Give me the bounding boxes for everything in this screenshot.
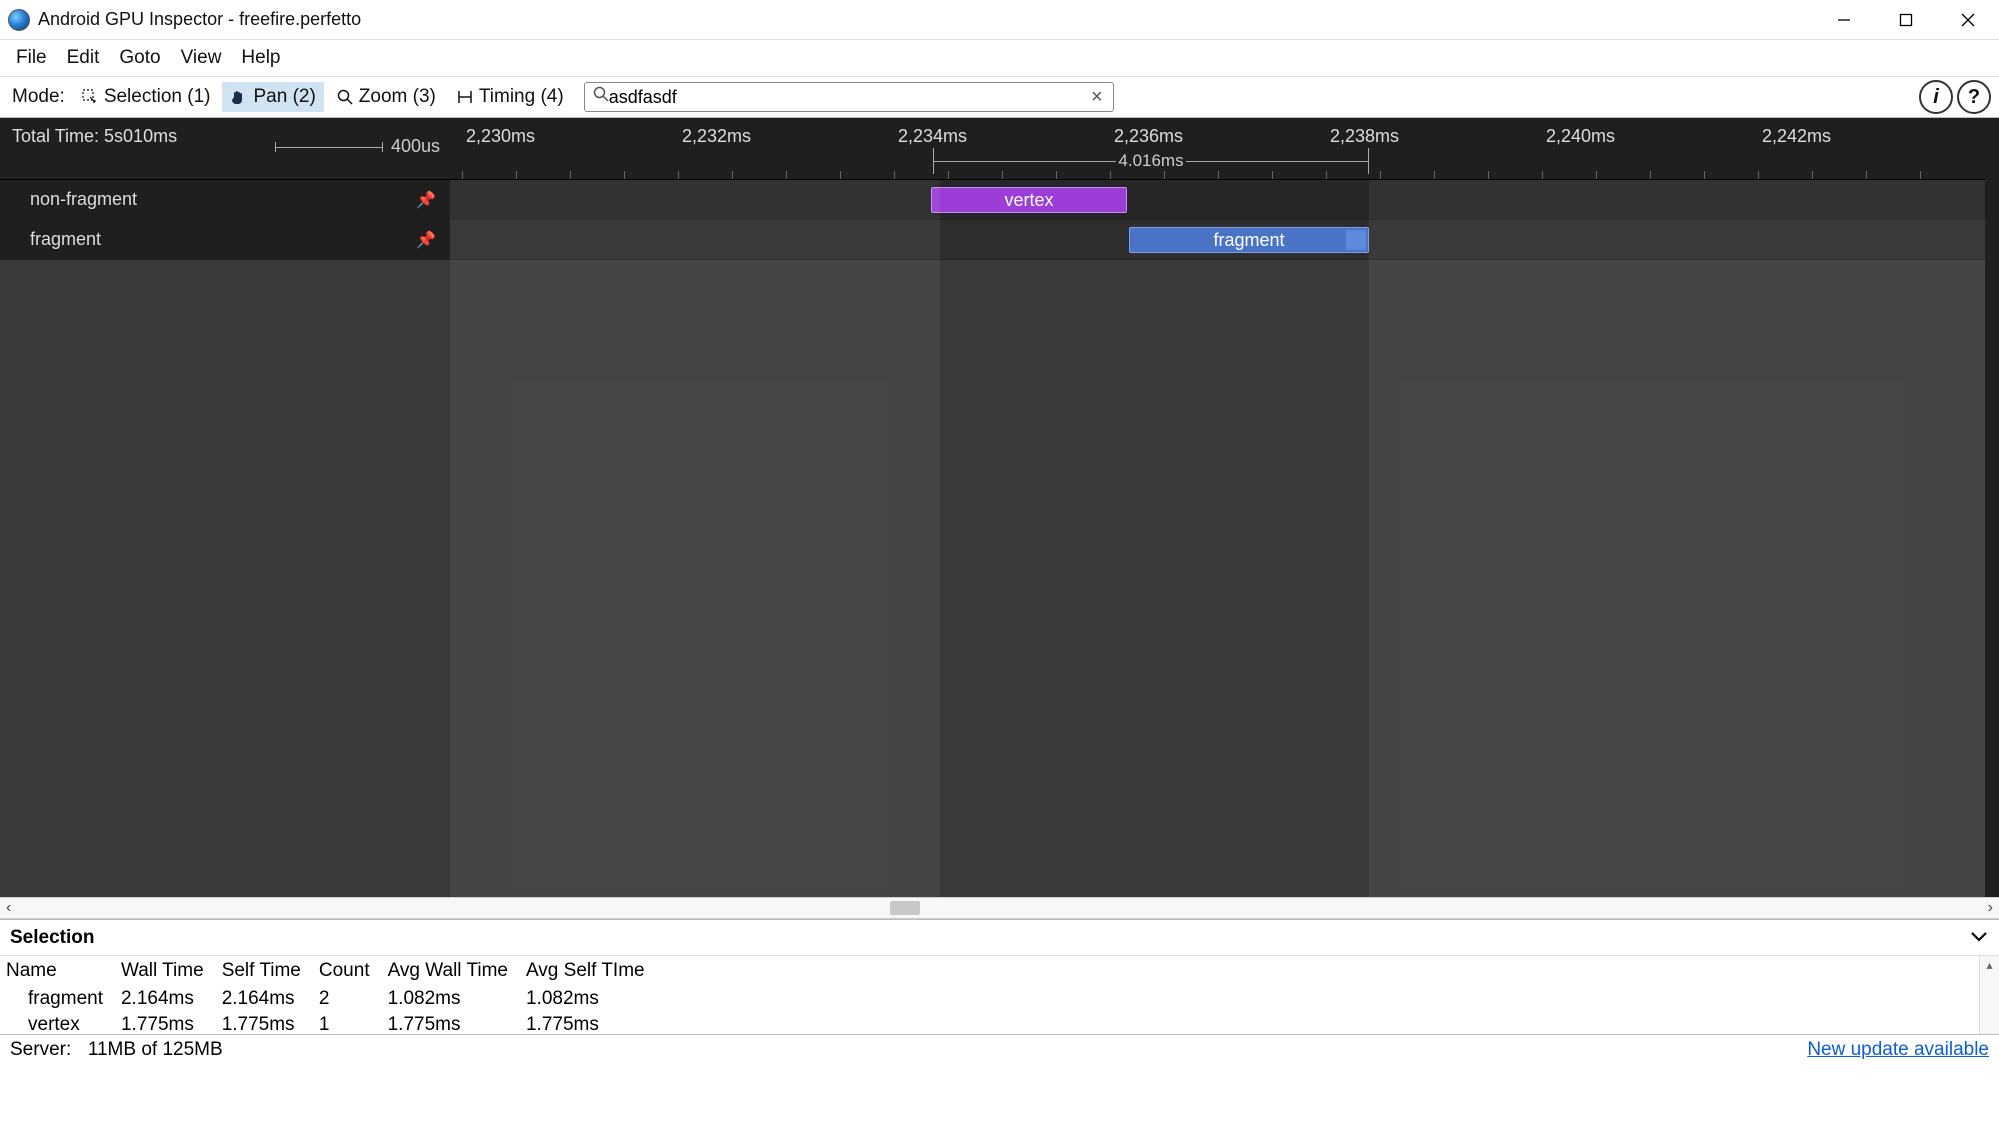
track-label: fragment (30, 229, 101, 250)
timeline[interactable]: Total Time: 5s010ms 400us 2,230ms 2,232m… (0, 118, 1999, 897)
col-count[interactable]: Count (313, 956, 382, 986)
selection-vscroll[interactable]: ▴ (1979, 956, 1999, 1034)
close-button[interactable] (1937, 0, 1999, 40)
horizontal-scrollbar[interactable]: ‹ › (0, 897, 1999, 919)
chevron-down-icon[interactable] (1969, 927, 1989, 949)
scale-label: 400us (391, 136, 440, 157)
server-memory: 11MB of 125MB (88, 1039, 223, 1060)
zoom-icon (336, 88, 354, 106)
pin-icon[interactable]: 📌 (416, 230, 436, 250)
search-box[interactable]: × (584, 82, 1114, 112)
tick-label: 2,236ms (1114, 126, 1183, 146)
range-label: 4.016ms (1118, 151, 1183, 171)
timeline-right-gutter (1985, 118, 1999, 897)
tick-label: 2,238ms (1330, 126, 1399, 146)
menu-help[interactable]: Help (231, 43, 290, 73)
pin-icon[interactable]: 📌 (416, 190, 436, 210)
slice-label: fragment (1213, 230, 1284, 251)
timeline-shade-right (1369, 180, 1985, 897)
mode-pan-label: Pan (2) (253, 86, 315, 108)
col-self-time[interactable]: Self Time (216, 956, 313, 986)
help-button[interactable]: ? (1957, 80, 1991, 114)
tick-label: 2,230ms (466, 126, 535, 146)
selection-header[interactable]: Selection (0, 920, 1999, 956)
app-icon (8, 9, 30, 31)
selection-table[interactable]: Name Wall Time Self Time Count Avg Wall … (0, 956, 1979, 1034)
mode-pan[interactable]: Pan (2) (222, 82, 323, 112)
menu-bar: File Edit Goto View Help (0, 40, 1999, 76)
status-bar: Server: 11MB of 125MB New update availab… (0, 1034, 1999, 1064)
tick-label: 2,240ms (1546, 126, 1615, 146)
server-label: Server: (10, 1039, 71, 1060)
col-name[interactable]: Name (0, 956, 115, 986)
mode-selection-label: Selection (1) (104, 86, 211, 108)
slice-fragment[interactable]: fragment (1129, 227, 1369, 253)
selection-panel: Selection Name Wall Time Self Time Count… (0, 919, 1999, 1034)
timeline-ruler[interactable]: Total Time: 5s010ms 400us 2,230ms 2,232m… (0, 118, 1999, 180)
slice-label: vertex (1004, 190, 1053, 211)
track-label: non-fragment (30, 189, 137, 210)
search-input[interactable] (609, 87, 1087, 108)
scroll-thumb[interactable] (890, 901, 920, 915)
menu-edit[interactable]: Edit (57, 43, 110, 73)
mode-zoom-label: Zoom (3) (359, 86, 436, 108)
toolbar: Mode: Selection (1) Pan (2) Zoom (3) Tim… (0, 76, 1999, 118)
ruler-ticks[interactable]: 2,230ms 2,232ms 2,234ms 2,236ms 2,238ms … (450, 118, 1999, 179)
window-title: Android GPU Inspector - freefire.perfett… (38, 9, 361, 30)
selection-icon (81, 88, 99, 106)
table-row[interactable]: vertex 1.775ms 1.775ms 1 1.775ms 1.775ms (0, 1012, 657, 1034)
table-row[interactable]: fragment 2.164ms 2.164ms 2 1.082ms 1.082… (0, 986, 657, 1012)
search-icon (593, 86, 609, 108)
window-controls (1813, 0, 1999, 40)
info-icon: i (1933, 86, 1939, 109)
mode-timing-label: Timing (4) (479, 86, 564, 108)
range-indicator: 4.016ms (933, 148, 1369, 174)
timeline-shade-left (450, 180, 940, 897)
scroll-up-icon[interactable]: ▴ (1986, 958, 1992, 972)
info-button[interactable]: i (1919, 80, 1953, 114)
scale-indicator: 400us (275, 136, 440, 157)
col-avg-self[interactable]: Avg Self TIme (520, 956, 657, 986)
track-row-non-fragment[interactable]: non-fragment 📌 vertex (0, 180, 1999, 220)
col-avg-wall[interactable]: Avg Wall Time (382, 956, 520, 986)
help-icon: ? (1968, 86, 1980, 109)
search-clear-icon[interactable]: × (1087, 86, 1107, 109)
tick-label: 2,232ms (682, 126, 751, 146)
pan-icon (230, 88, 248, 106)
minimize-button[interactable] (1813, 0, 1875, 40)
timeline-tracks[interactable]: non-fragment 📌 vertex fragment 📌 fragmen… (0, 180, 1999, 260)
mode-timing[interactable]: Timing (4) (448, 82, 572, 112)
mode-label: Mode: (8, 86, 69, 108)
maximize-button[interactable] (1875, 0, 1937, 40)
track-row-fragment[interactable]: fragment 📌 fragment (0, 220, 1999, 260)
total-time-label: Total Time: 5s010ms (12, 126, 177, 147)
mode-selection[interactable]: Selection (1) (73, 82, 219, 112)
menu-goto[interactable]: Goto (109, 43, 170, 73)
update-link[interactable]: New update available (1807, 1039, 1989, 1061)
timing-icon (456, 88, 474, 106)
selection-title: Selection (10, 927, 94, 949)
slice-vertex[interactable]: vertex (931, 187, 1127, 213)
tick-label: 2,242ms (1762, 126, 1831, 146)
col-wall-time[interactable]: Wall Time (115, 956, 216, 986)
mode-zoom[interactable]: Zoom (3) (328, 82, 444, 112)
scroll-right-icon[interactable]: › (1988, 899, 1993, 917)
tick-label: 2,234ms (898, 126, 967, 146)
menu-file[interactable]: File (6, 43, 57, 73)
menu-view[interactable]: View (171, 43, 232, 73)
slice-handle[interactable] (1346, 230, 1366, 250)
title-bar: Android GPU Inspector - freefire.perfett… (0, 0, 1999, 40)
